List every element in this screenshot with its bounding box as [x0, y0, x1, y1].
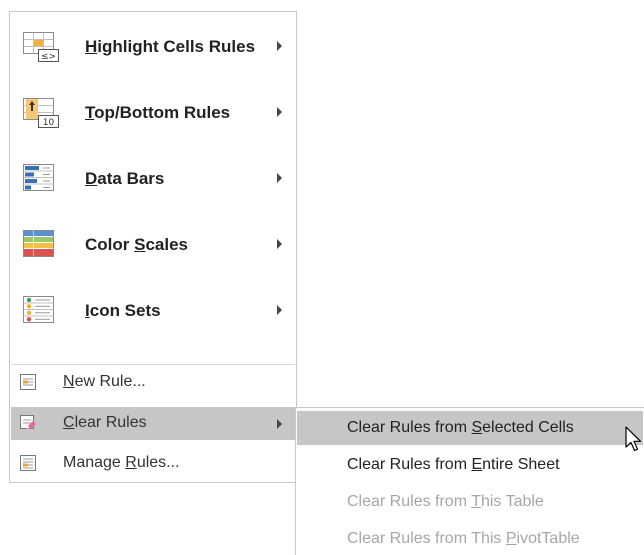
submenu-arrow-icon	[277, 239, 282, 249]
menu-item-label: Icon Sets	[85, 301, 161, 320]
submenu-arrow-icon	[277, 305, 282, 315]
submenu-arrow-icon	[277, 107, 282, 117]
highlight-cells-icon: ≤>	[23, 32, 59, 62]
submenu-item-clear-this-table: Clear Rules from This Table	[297, 485, 643, 519]
menu-item-label: Highlight Cells Rules	[85, 37, 256, 56]
submenu-arrow-icon	[277, 419, 282, 429]
menu-item-top-bottom-rules[interactable]: 10 Top/Bottom Rules	[11, 81, 296, 147]
submenu-arrow-icon	[277, 173, 282, 183]
submenu-item-clear-selected-cells[interactable]: Clear Rules from Selected Cells	[297, 411, 643, 452]
menu-item-label: Color Scales	[85, 235, 188, 254]
submenu-item-clear-entire-sheet[interactable]: Clear Rules from Entire Sheet	[297, 448, 643, 482]
top-bottom-icon: 10	[23, 98, 59, 128]
manage-rules-icon	[20, 455, 36, 471]
submenu-arrow-icon	[277, 41, 282, 51]
new-rule-icon	[20, 374, 36, 390]
data-bars-icon	[23, 164, 59, 194]
menu-item-label: New Rule...	[63, 373, 146, 390]
menu-item-label: Manage Rules...	[63, 454, 180, 471]
icon-sets-icon	[23, 296, 59, 326]
menu-separator	[11, 364, 295, 365]
menu-item-data-bars[interactable]: Data Bars	[11, 147, 296, 213]
submenu-item-label: Clear Rules from Selected Cells	[347, 419, 574, 436]
conditional-formatting-menu: ≤> Highlight Cells Rules 10 Top/Bottom R…	[9, 11, 297, 483]
submenu-item-label: Clear Rules from This PivotTable	[347, 530, 580, 547]
highlight-badge-text: ≤>	[41, 52, 56, 62]
color-scales-icon	[23, 230, 59, 260]
submenu-item-label: Clear Rules from This Table	[347, 493, 544, 510]
submenu-item-label: Clear Rules from Entire Sheet	[347, 456, 560, 473]
menu-item-label: Clear Rules	[63, 414, 147, 431]
submenu-item-clear-this-pivottable: Clear Rules from This PivotTable	[297, 522, 643, 555]
menu-item-color-scales[interactable]: Color Scales	[11, 213, 296, 279]
clear-rules-submenu: Clear Rules from Selected Cells Clear Ru…	[295, 407, 644, 555]
top-badge-text: 10	[43, 118, 55, 128]
menu-item-new-rule[interactable]: New Rule...	[11, 366, 296, 399]
menu-item-manage-rules[interactable]: Manage Rules...	[11, 447, 296, 480]
menu-item-label: Data Bars	[85, 169, 165, 188]
menu-item-icon-sets[interactable]: Icon Sets	[11, 279, 296, 345]
menu-item-highlight-cells-rules[interactable]: ≤> Highlight Cells Rules	[11, 15, 296, 81]
clear-rules-icon	[20, 415, 36, 431]
menu-item-clear-rules[interactable]: Clear Rules	[11, 407, 296, 440]
page: ≤> Highlight Cells Rules 10 Top/Bottom R…	[0, 0, 644, 555]
menu-item-label: Top/Bottom Rules	[85, 103, 231, 122]
